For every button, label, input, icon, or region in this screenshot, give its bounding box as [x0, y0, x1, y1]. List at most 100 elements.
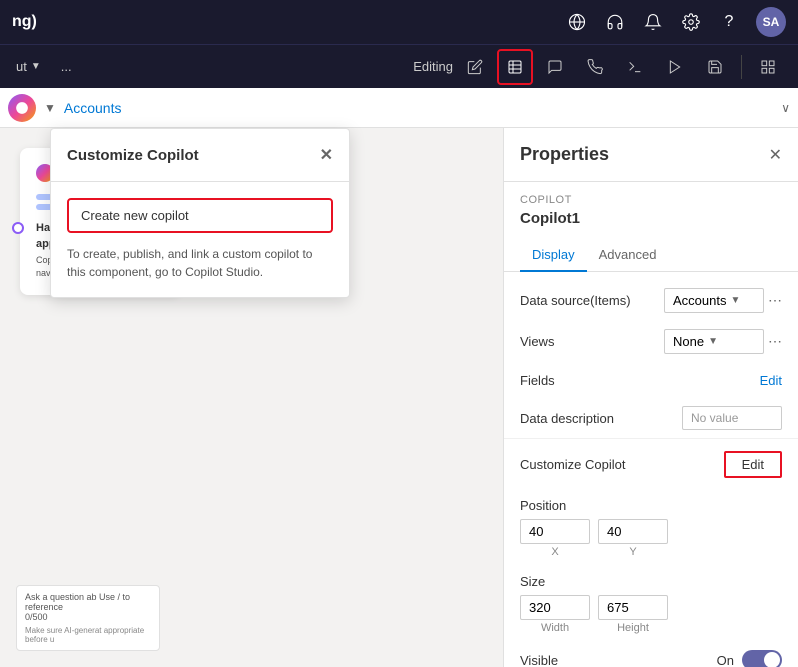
position-x-input[interactable]: [520, 519, 590, 544]
data-description-row: Data description No value: [504, 398, 798, 438]
data-description-input[interactable]: No value: [682, 406, 782, 430]
menu-label: ut: [16, 59, 27, 74]
size-row: Size Width Height: [504, 566, 798, 642]
save-icon-button[interactable]: [697, 49, 733, 85]
dialog-header: Customize Copilot ✕: [51, 129, 349, 182]
size-label: Size: [520, 574, 782, 589]
position-y-input[interactable]: [598, 519, 668, 544]
copilot-bottom-note: Make sure AI-generat appropriate before …: [25, 626, 151, 644]
canvas-area: Copilot 1 Have a ques app? Ask Co Copilo…: [0, 128, 503, 667]
views-select[interactable]: None ▼: [664, 329, 764, 354]
size-width-group: Width: [520, 595, 590, 634]
dialog-title: Customize Copilot: [67, 147, 199, 164]
nav-icons: ? SA: [566, 7, 786, 37]
settings-icon[interactable]: [680, 11, 702, 33]
size-height-group: Height: [598, 595, 668, 634]
create-copilot-button[interactable]: Create new copilot: [67, 198, 333, 233]
editing-label: Editing: [413, 59, 453, 74]
properties-close-button[interactable]: ✕: [769, 145, 782, 165]
customize-copilot-edit-button[interactable]: Edit: [724, 451, 782, 478]
size-height-input[interactable]: [598, 595, 668, 620]
copilot-component-name: Copilot1: [504, 210, 798, 239]
app-title: ng): [12, 13, 37, 31]
menu-button[interactable]: ut ▼: [8, 55, 49, 78]
copilot-input-area: Ask a question ab Use / to reference 0/5…: [16, 585, 160, 651]
data-source-select[interactable]: Accounts ▼: [664, 288, 764, 313]
copilot-char-count: 0/500: [25, 612, 151, 622]
copilot-section-label: COPILOT: [504, 182, 798, 210]
toolbar-center: Editing: [413, 49, 786, 85]
toolbar: ut ▼ ... Editing: [0, 44, 798, 88]
views-value: None ▼ ⋯: [664, 329, 782, 354]
views-select-value: None: [673, 334, 704, 349]
data-source-label: Data source(Items): [520, 293, 631, 308]
size-width-input[interactable]: [520, 595, 590, 620]
accounts-chevron-icon[interactable]: ▼: [44, 101, 56, 115]
properties-header: Properties ✕: [504, 128, 798, 182]
customize-copilot-row: Customize Copilot Edit: [504, 438, 798, 490]
data-source-value: Accounts ▼ ⋯: [664, 288, 782, 313]
chat-icon-button[interactable]: [537, 49, 573, 85]
visible-toggle[interactable]: [742, 650, 782, 667]
position-label: Position: [520, 498, 782, 513]
accounts-logo: [8, 94, 36, 122]
dialog-close-button[interactable]: ✕: [320, 145, 333, 165]
position-x-label: X: [520, 546, 590, 558]
bell-icon[interactable]: [642, 11, 664, 33]
properties-panel: Properties ✕ COPILOT Copilot1 Display Ad…: [503, 128, 798, 667]
visible-toggle-container: On: [717, 650, 782, 667]
size-width-label: Width: [520, 622, 590, 634]
dots-label: ...: [61, 59, 72, 74]
data-source-chevron-icon: ▼: [730, 295, 740, 306]
fields-edit-link[interactable]: Edit: [760, 373, 782, 388]
data-source-dots-button[interactable]: ⋯: [768, 292, 782, 309]
position-x-group: X: [520, 519, 590, 558]
data-source-select-value: Accounts: [673, 293, 726, 308]
accounts-title: Accounts: [64, 100, 773, 116]
dots-button[interactable]: ...: [53, 55, 80, 78]
help-icon[interactable]: ?: [718, 11, 740, 33]
globe-icon[interactable]: [566, 11, 588, 33]
top-navbar: ng) ? SA: [0, 0, 798, 44]
dialog-body: Create new copilot To create, publish, a…: [51, 182, 349, 297]
position-inputs: X Y: [520, 519, 782, 558]
data-source-row: Data source(Items) Accounts ▼ ⋯: [504, 280, 798, 321]
toolbar-left: ut ▼ ...: [8, 55, 409, 78]
tab-advanced[interactable]: Advanced: [587, 239, 669, 272]
grid-icon-button[interactable]: [750, 49, 786, 85]
properties-tabs: Display Advanced: [504, 239, 798, 272]
views-dots-button[interactable]: ⋯: [768, 333, 782, 350]
notes-icon-button[interactable]: [497, 49, 533, 85]
accounts-bar: ▼ Accounts ∨: [0, 88, 798, 128]
position-y-group: Y: [598, 519, 668, 558]
tab-display[interactable]: Display: [520, 239, 587, 272]
share-icon-button[interactable]: [617, 49, 653, 85]
customize-copilot-label: Customize Copilot: [520, 457, 626, 472]
dialog-description: To create, publish, and link a custom co…: [67, 245, 333, 281]
visible-label: Visible: [520, 653, 558, 667]
size-inputs: Width Height: [520, 595, 782, 634]
fields-row: Fields Edit: [504, 362, 798, 398]
size-height-label: Height: [598, 622, 668, 634]
main-content: Copilot 1 Have a ques app? Ask Co Copilo…: [0, 128, 798, 667]
avatar[interactable]: SA: [756, 7, 786, 37]
headset-icon[interactable]: [604, 11, 626, 33]
position-y-label: Y: [598, 546, 668, 558]
fields-label: Fields: [520, 373, 555, 388]
phone-icon-button[interactable]: [577, 49, 613, 85]
pencil-icon-button[interactable]: [457, 49, 493, 85]
customize-dialog: Customize Copilot ✕ Create new copilot T…: [50, 128, 350, 298]
accounts-expand-icon[interactable]: ∨: [781, 101, 790, 115]
copilot-connection-dot: [12, 222, 24, 234]
views-chevron-icon: ▼: [708, 336, 718, 347]
visible-state-label: On: [717, 653, 734, 667]
data-description-label: Data description: [520, 411, 614, 426]
toggle-thumb: [764, 652, 780, 667]
properties-content: Data source(Items) Accounts ▼ ⋯ Views No…: [504, 272, 798, 667]
views-row: Views None ▼ ⋯: [504, 321, 798, 362]
toolbar-separator: [741, 55, 742, 79]
play-icon-button[interactable]: [657, 49, 693, 85]
position-row: Position X Y: [504, 490, 798, 566]
views-label: Views: [520, 334, 554, 349]
menu-chevron-icon: ▼: [31, 61, 41, 72]
